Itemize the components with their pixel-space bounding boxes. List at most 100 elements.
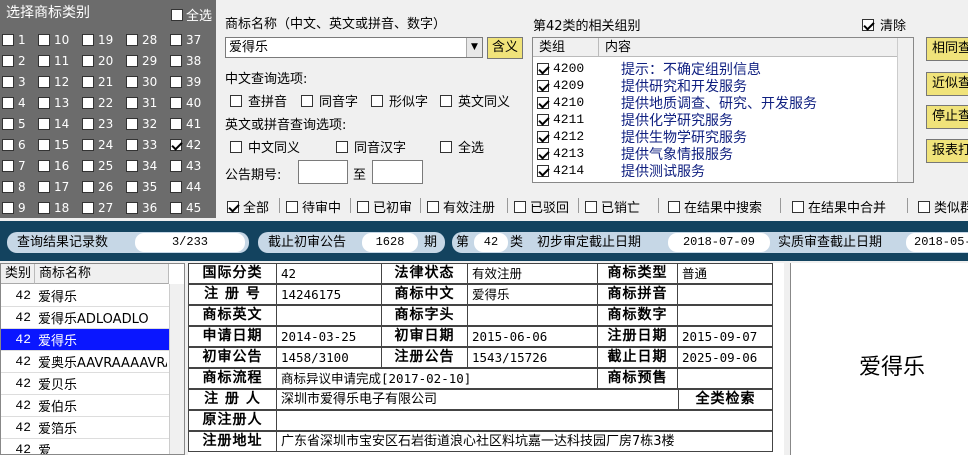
class-panel: 选择商标类别 全选 1 10 19 28 37 2 11 20 29 38 3 12 21 30 39 4 13… [0, 0, 216, 218]
app-window: 选择商标类别 全选 1 10 19 28 37 2 11 20 29 38 3 12 21 30 39 4 13… [0, 0, 968, 455]
select-all-classes[interactable]: 全选 [170, 5, 212, 24]
name-input[interactable]: 爱得乐 ▼ [225, 37, 483, 58]
filter-search-in-results[interactable]: 在结果中搜索 [668, 197, 762, 216]
table-row[interactable]: 42 爱贝乐 [1, 373, 169, 395]
trademark-preview: 爱得乐 [790, 263, 968, 455]
name-col-header[interactable]: 商标名称 [35, 264, 169, 284]
cn-option-english-synonym[interactable]: 英文同义 [440, 91, 510, 110]
groups-title: 第42类的相关组别 [533, 19, 641, 34]
table-row[interactable]: 42 爱得乐ADLOADLO [1, 307, 169, 329]
class-11-checkbox[interactable]: 11 [38, 50, 80, 71]
class-15-checkbox[interactable]: 15 [38, 134, 80, 155]
group-row-4209[interactable]: 4209 提供研究和开发服务 [537, 77, 747, 95]
date-info: 第 42 类 初步审定截止日期 2018-07-09 实质审查截止日期 2018… [452, 232, 968, 253]
class-16-checkbox[interactable]: 16 [38, 155, 80, 176]
table-row[interactable]: 42爱奥乐AAVRAAAAVRAA [1, 351, 169, 373]
group-row-4210[interactable]: 4210 提供地质调查、研究、开发服务 [537, 94, 817, 112]
group-row-4212[interactable]: 4212 提供生物学研究服务 [537, 128, 747, 146]
class-33-checkbox[interactable]: 33 [126, 134, 168, 155]
class-31-checkbox[interactable]: 31 [126, 92, 168, 113]
same-search-button[interactable]: 相同查 [926, 37, 968, 61]
deadline-notice-value: 1628 [362, 233, 418, 252]
table-row[interactable]: 42 爱伯乐 [1, 395, 169, 417]
result-list-scrollbar[interactable] [169, 284, 184, 454]
group-row-4211[interactable]: 4211 提供化学研究服务 [537, 111, 733, 129]
class-13-checkbox[interactable]: 13 [38, 92, 80, 113]
cn-option-similar-shape[interactable]: 形似字 [371, 91, 428, 110]
class-25-checkbox[interactable]: 25 [82, 155, 124, 176]
similar-search-button[interactable]: 近似查 [926, 72, 968, 96]
filter-merge-in-results[interactable]: 在结果中合并 [792, 197, 886, 216]
class-22-checkbox[interactable]: 22 [82, 92, 124, 113]
cn-options-label: 中文查询选项: [225, 72, 308, 87]
group-row-4200[interactable]: 4200 提示：不确定组别信息 [537, 60, 761, 78]
select-all-checkbox[interactable] [170, 8, 183, 21]
class-30-checkbox[interactable]: 30 [126, 71, 168, 92]
group-col-header[interactable]: 类组 [533, 38, 599, 57]
filter-registered[interactable]: 有效注册 [427, 197, 495, 216]
class-28-checkbox[interactable]: 28 [126, 29, 168, 50]
class-42-checkbox[interactable]: 42 [170, 134, 212, 155]
class-12-checkbox[interactable]: 12 [38, 71, 80, 92]
status-band: 查询结果记录数 3/233 截止初审公告 1628 期 第 42 类 初步审定截止日期… [0, 221, 968, 261]
result-list[interactable]: 类别 商标名称 42 爱得乐 42 爱得乐ADLOADLO 42 爱得乐 42 爱奥乐AAVR… [0, 263, 185, 455]
filter-all[interactable]: 全部 [227, 197, 269, 216]
en-option-chinese-synonym[interactable]: 中文同义 [230, 137, 300, 156]
class-40-checkbox[interactable]: 40 [170, 92, 212, 113]
all-class-search-button[interactable]: 全类检索 [678, 389, 773, 410]
name-label: 商标名称（中文、英文或拼音、数字） [225, 17, 447, 32]
cn-option-homophone[interactable]: 同音字 [301, 91, 358, 110]
deadline-notice: 截止初审公告 1628 期 [258, 232, 445, 253]
content-col-header[interactable]: 内容 [599, 38, 899, 57]
class-38-checkbox[interactable]: 38 [170, 50, 212, 71]
filter-rejected[interactable]: 已驳回 [514, 197, 569, 216]
class-14-checkbox[interactable]: 14 [38, 113, 80, 134]
table-row[interactable]: 42 爱 [1, 439, 169, 454]
table-row[interactable]: 42 爱得乐 [1, 329, 169, 351]
group-list-scrollbar[interactable] [897, 38, 913, 182]
group-row-4214[interactable]: 4214 提供测试服务 [537, 162, 705, 180]
class-39-checkbox[interactable]: 39 [170, 71, 212, 92]
notice-from-input[interactable] [298, 160, 348, 184]
class-19-checkbox[interactable]: 19 [82, 29, 124, 50]
en-option-homophone-hanzi[interactable]: 同音汉字 [336, 137, 406, 156]
preview-text: 爱得乐 [859, 355, 926, 380]
chevron-down-icon[interactable]: ▼ [466, 38, 482, 57]
class-29-checkbox[interactable]: 29 [126, 50, 168, 71]
class-43-checkbox[interactable]: 43 [170, 155, 212, 176]
clear-checkbox[interactable]: 清除 [862, 15, 906, 34]
filter-pending[interactable]: 待审中 [286, 197, 341, 216]
class-23-checkbox[interactable]: 23 [82, 113, 124, 134]
name-input-value: 爱得乐 [229, 40, 269, 55]
report-print-button[interactable]: 报表打 [926, 139, 968, 163]
class-20-checkbox[interactable]: 20 [82, 50, 124, 71]
class-41-checkbox[interactable]: 41 [170, 113, 212, 134]
exam-date-value: 2018-05- [906, 233, 968, 252]
result-count-value: 3/233 [135, 233, 245, 252]
class-32-checkbox[interactable]: 32 [126, 113, 168, 134]
class-37-checkbox[interactable]: 37 [170, 29, 212, 50]
table-row[interactable]: 42 爱得乐 [1, 285, 169, 307]
en-option-select-all[interactable]: 全选 [440, 137, 484, 156]
meaning-button[interactable]: 含义 [487, 37, 523, 59]
prelim-date-value: 2018-07-09 [668, 233, 770, 252]
class-34-checkbox[interactable]: 34 [126, 155, 168, 176]
table-row[interactable]: 42 爱箔乐 [1, 417, 169, 439]
group-list[interactable]: 类组 内容 4200 提示：不确定组别信息 4209 提供研究和开发服务 4210 提供地… [532, 37, 914, 183]
stop-search-button[interactable]: 停止查 [926, 105, 968, 129]
prelim-label: 初步审定截止日期 [537, 235, 642, 250]
result-count: 查询结果记录数 3/233 [7, 232, 249, 253]
class-24-checkbox[interactable]: 24 [82, 134, 124, 155]
detail-table: 国际分类 42 法律状态 有效注册 商标类型 普通 注 册 号 14246175… [188, 263, 784, 455]
filter-preliminary[interactable]: 已初审 [357, 197, 412, 216]
en-options-label: 英文或拼音查询选项: [225, 118, 347, 133]
class-21-checkbox[interactable]: 21 [82, 71, 124, 92]
filter-similar-group[interactable]: 类似群 [918, 197, 968, 216]
class-col-header[interactable]: 类别 [1, 264, 35, 284]
filter-expired[interactable]: 已销亡 [585, 197, 640, 216]
notice-to-input[interactable] [372, 160, 423, 184]
cn-option-pinyin[interactable]: 查拼音 [230, 91, 287, 110]
group-row-4213[interactable]: 4213 提供气象情报服务 [537, 145, 733, 163]
class-10-checkbox[interactable]: 10 [38, 29, 80, 50]
notice-to-label: 至 [353, 168, 367, 183]
